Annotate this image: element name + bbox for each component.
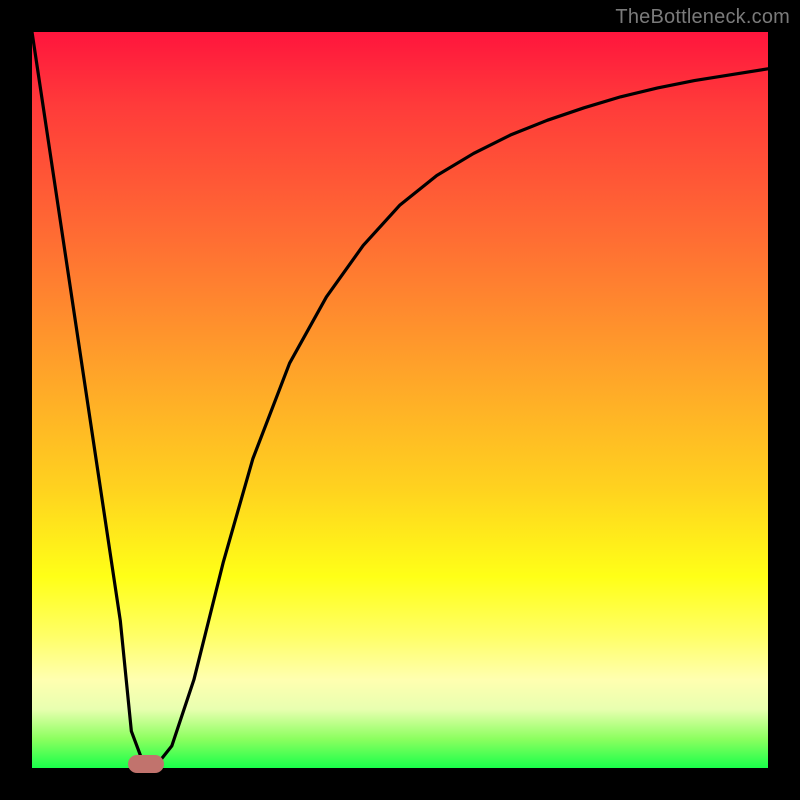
chart-frame: TheBottleneck.com bbox=[0, 0, 800, 800]
bottleneck-curve bbox=[32, 32, 768, 768]
optimum-marker bbox=[128, 755, 165, 773]
plot-area bbox=[32, 32, 768, 768]
watermark-text: TheBottleneck.com bbox=[615, 6, 790, 29]
